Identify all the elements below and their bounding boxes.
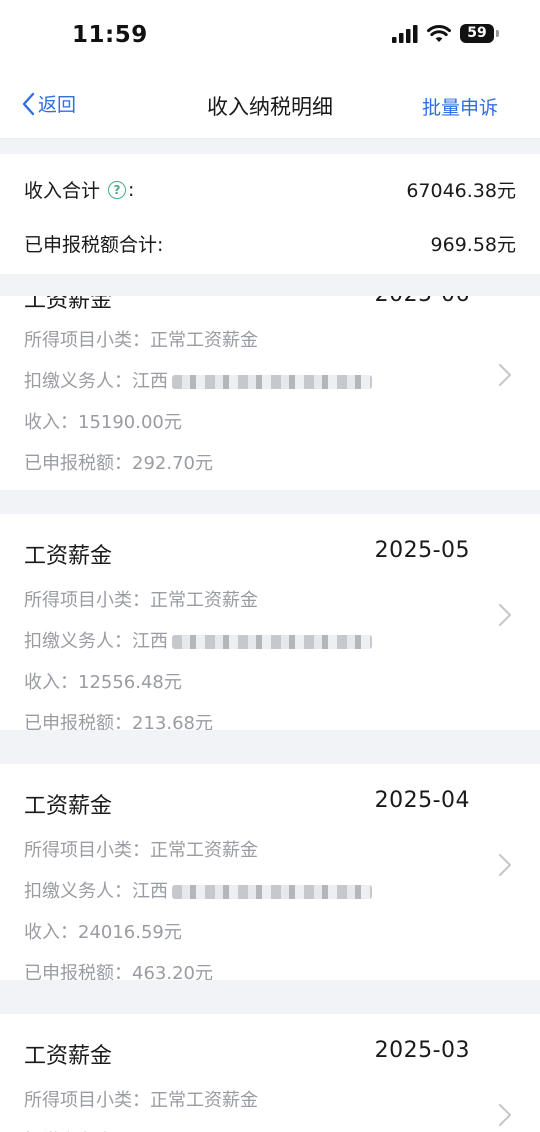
income-record[interactable]: 工资薪金 2025-04 所得项目小类：正常工资薪金 扣缴义务人：江西 收入：2… bbox=[0, 764, 540, 980]
subcategory-value: 正常工资薪金 bbox=[150, 840, 258, 861]
subcategory-value: 正常工资薪金 bbox=[150, 590, 258, 611]
tax-value: 213.68元 bbox=[132, 713, 213, 730]
withholder-value: 江西 bbox=[132, 881, 168, 902]
record-title: 工资薪金 bbox=[24, 544, 113, 569]
record-title: 工资薪金 bbox=[24, 794, 113, 819]
record-withholder: 扣缴义务人：江西 bbox=[24, 367, 372, 393]
record-subcategory: 所得项目小类：正常工资薪金 bbox=[24, 326, 258, 352]
income-record[interactable]: 工资薪金 2025-05 所得项目小类：正常工资薪金 扣缴义务人：江西 收入：1… bbox=[0, 514, 540, 730]
record-withholder: 扣缴义务人：江西 bbox=[24, 877, 372, 903]
chevron-right-icon bbox=[499, 604, 511, 626]
record-withholder: 扣缴义务人：江西 bbox=[24, 1127, 372, 1132]
tax-label: 已申报税额： bbox=[24, 963, 132, 980]
battery-level: 59 bbox=[467, 25, 487, 41]
income-total-label: 收入合计 bbox=[24, 180, 101, 202]
income-value: 24016.59元 bbox=[78, 922, 182, 943]
status-time: 11:59 bbox=[72, 22, 148, 48]
subcategory-value: 正常工资薪金 bbox=[150, 330, 258, 351]
subcategory-label: 所得项目小类： bbox=[24, 590, 150, 611]
summary-panel: 收入合计 ? : 67046.38元 已申报税额合计: 969.58元 bbox=[0, 154, 540, 274]
tax-label: 已申报税额： bbox=[24, 713, 132, 730]
record-subcategory: 所得项目小类：正常工资薪金 bbox=[24, 1086, 258, 1112]
record-month: 2025-05 bbox=[374, 538, 470, 563]
record-tax: 已申报税额：292.70元 bbox=[24, 449, 213, 475]
record-month: 2025-04 bbox=[374, 788, 470, 813]
record-income: 收入：12556.48元 bbox=[24, 668, 182, 694]
signal-icon bbox=[392, 24, 418, 43]
batch-appeal-button[interactable]: 批量申诉 bbox=[422, 93, 498, 120]
withholder-value: 江西 bbox=[132, 631, 168, 652]
income-total-row: 收入合计 ? : 67046.38元 bbox=[24, 176, 516, 203]
record-subcategory: 所得项目小类：正常工资薪金 bbox=[24, 586, 258, 612]
tax-total-label: 已申报税额合计: bbox=[24, 234, 164, 256]
subcategory-value: 正常工资薪金 bbox=[150, 1090, 258, 1111]
income-value: 15190.00元 bbox=[78, 412, 182, 433]
help-icon[interactable]: ? bbox=[108, 180, 127, 199]
withholder-label: 扣缴义务人： bbox=[24, 371, 132, 392]
income-label: 收入： bbox=[24, 672, 78, 693]
chevron-right-icon bbox=[499, 854, 511, 876]
chevron-right-icon bbox=[499, 364, 511, 386]
subcategory-label: 所得项目小类： bbox=[24, 1090, 150, 1111]
nav-bar: 返回 收入纳税明细 批量申诉 bbox=[0, 74, 540, 139]
tax-total-value: 969.58元 bbox=[430, 234, 516, 256]
redacted-text bbox=[172, 635, 372, 649]
wifi-icon bbox=[427, 24, 451, 42]
record-month: 2025-06 bbox=[375, 296, 470, 307]
tax-value: 463.20元 bbox=[132, 963, 213, 980]
record-tax: 已申报税额：463.20元 bbox=[24, 959, 213, 980]
record-tax: 已申报税额：213.68元 bbox=[24, 709, 213, 730]
record-income: 收入：24016.59元 bbox=[24, 918, 182, 944]
income-total-label-group: 收入合计 ? : bbox=[24, 176, 134, 203]
chevron-right-icon bbox=[499, 1104, 511, 1126]
redacted-text bbox=[172, 375, 372, 389]
income-record[interactable]: 工资薪金 2025-03 所得项目小类：正常工资薪金 扣缴义务人：江西 bbox=[0, 1014, 540, 1132]
withholder-value: 江西 bbox=[132, 371, 168, 392]
income-label: 收入： bbox=[24, 922, 78, 943]
status-icons: 59 bbox=[392, 24, 499, 43]
record-title: 工资薪金 bbox=[24, 296, 113, 313]
record-title: 工资薪金 bbox=[24, 1044, 113, 1069]
tax-label: 已申报税额： bbox=[24, 453, 132, 474]
tax-total-row: 已申报税额合计: 969.58元 bbox=[24, 230, 516, 257]
income-label: 收入： bbox=[24, 412, 78, 433]
record-income: 收入：15190.00元 bbox=[24, 408, 182, 434]
income-value: 12556.48元 bbox=[78, 672, 182, 693]
income-record[interactable]: 工资薪金 2025-06 所得项目小类：正常工资薪金 扣缴义务人：江西 收入：1… bbox=[0, 296, 540, 490]
record-subcategory: 所得项目小类：正常工资薪金 bbox=[24, 836, 258, 862]
record-month: 2025-03 bbox=[374, 1038, 470, 1063]
redacted-text bbox=[172, 885, 372, 899]
withholder-label: 扣缴义务人： bbox=[24, 881, 132, 902]
subcategory-label: 所得项目小类： bbox=[24, 840, 150, 861]
status-bar: 11:59 59 bbox=[0, 0, 540, 74]
colon: : bbox=[128, 178, 135, 201]
subcategory-label: 所得项目小类： bbox=[24, 330, 150, 351]
withholder-label: 扣缴义务人： bbox=[24, 631, 132, 652]
record-withholder: 扣缴义务人：江西 bbox=[24, 627, 372, 653]
tax-value: 292.70元 bbox=[132, 453, 213, 474]
battery-icon: 59 bbox=[460, 24, 499, 43]
income-total-value: 67046.38元 bbox=[406, 180, 516, 202]
